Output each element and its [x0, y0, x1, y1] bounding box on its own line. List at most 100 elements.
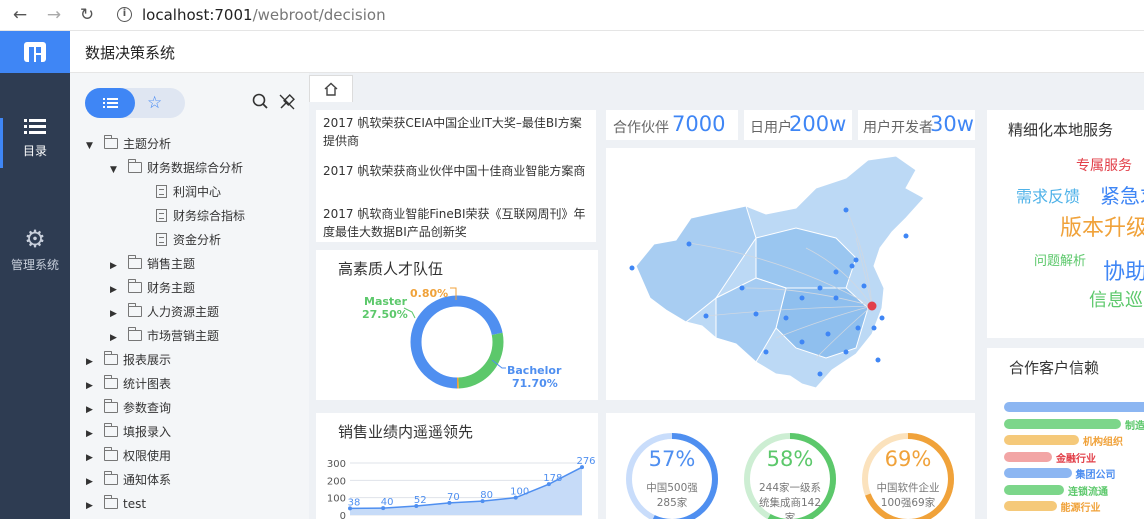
client-bar-label: 连锁流通 [1068, 486, 1108, 498]
tree-item-sales[interactable]: ▶ 销售主题 [110, 253, 195, 275]
slice-pct-master: 27.50% [362, 308, 408, 321]
tree-item-fund-analysis[interactable]: 资金分析 [152, 229, 221, 251]
browser-toolbar: ← → ↻ i localhost:7001/webroot/decision [0, 0, 1144, 31]
client-bar[interactable] [1004, 435, 1079, 445]
chevron-right-icon[interactable]: ▶ [86, 471, 100, 493]
gauge-caption: 中国500强 [646, 482, 698, 494]
tree-item-finance-overview[interactable]: ▼ 财务数据综合分析 [110, 157, 243, 179]
rail-label-catalog: 目录 [22, 144, 47, 158]
tree-item-label: 填报录入 [123, 425, 172, 439]
sales-data-label: 38 [348, 497, 361, 508]
client-bar[interactable] [1004, 468, 1072, 478]
gauge-percent: 58% [766, 447, 814, 471]
tree-item-label: 资金分析 [173, 233, 222, 247]
tree-item-finance-index[interactable]: 财务综合指标 [152, 205, 245, 227]
tree-item-entry[interactable]: ▶ 填报录入 [86, 421, 171, 443]
tree-item-charts[interactable]: ▶ 统计图表 [86, 373, 171, 395]
address-bar[interactable]: localhost:7001/webroot/decision [142, 4, 386, 26]
tree-item-label: 人力资源主题 [147, 305, 220, 319]
gear-icon: ⚙ [24, 225, 46, 253]
tree-item-query[interactable]: ▶ 参数查询 [86, 397, 171, 419]
client-bar[interactable] [1004, 484, 1064, 495]
chevron-down-icon[interactable]: ▼ [86, 135, 100, 157]
info-icon[interactable]: i [117, 7, 132, 22]
list-icon [103, 98, 118, 108]
tree-item-hr[interactable]: ▶ 人力资源主题 [110, 301, 219, 323]
sales-area-chart[interactable]: 300 200 100 038 40 52 70 80 100 178 276 [316, 413, 598, 519]
client-bar[interactable] [1004, 418, 1121, 429]
news-item[interactable]: 2017 帆软荣获商业伙伴中国十佳商业智能方案商 [323, 162, 593, 180]
client-bar-label: 金融行业 [1056, 453, 1096, 465]
app-title: 数据决策系统 [85, 44, 176, 62]
chevron-right-icon[interactable]: ▶ [86, 351, 100, 373]
client-bar[interactable] [1004, 402, 1144, 412]
news-item[interactable]: 2017 帆软荣获CEIA中国企业IT大奖–最佳BI方案提供商 [323, 114, 589, 150]
kpi-label: 合作伙伴 [613, 120, 669, 136]
catalog-panel: ☆ ▼ 主题分析 ▼ 财务数据综合分析 利润中心 财务综合指标 资金分析 ▶ 销售主题… [70, 73, 312, 519]
chevron-right-icon[interactable]: ▶ [110, 303, 124, 325]
sales-data-label: 178 [543, 473, 562, 484]
tree-item-label: 参数查询 [123, 401, 172, 415]
kpi-developers: 用户开发者 30w [858, 110, 975, 140]
chevron-right-icon[interactable]: ▶ [110, 327, 124, 349]
kpi-value: 7000 [672, 112, 726, 136]
folder-icon [128, 159, 142, 173]
tree-item-test[interactable]: ▶ test [86, 493, 146, 515]
chevron-right-icon[interactable]: ▶ [86, 495, 100, 517]
gauges-card: 57% 中国500强 285家 58% 244家一级系 统集成商142 家 69% 中国软件企业… [606, 413, 975, 519]
chevron-right-icon[interactable]: ▶ [86, 447, 100, 469]
cloud-word: 专属服务 [1076, 158, 1132, 174]
cloud-word: 需求反馈 [1016, 187, 1081, 206]
tab-catalog-list[interactable] [85, 88, 135, 118]
y-tick-label: 0 [340, 511, 346, 519]
folder-icon [104, 447, 118, 461]
home-icon [324, 82, 338, 96]
folder-icon [104, 351, 118, 365]
document-icon [156, 185, 167, 198]
slice-pct-other: 0.80% [410, 287, 449, 300]
chevron-right-icon[interactable]: ▶ [110, 279, 124, 301]
forward-icon[interactable]: → [44, 5, 64, 25]
tab-home[interactable] [309, 75, 353, 102]
client-bar-label: 制造行业 [1125, 420, 1144, 432]
client-bar[interactable] [1004, 451, 1052, 462]
tree-item-profit-center[interactable]: 利润中心 [152, 181, 221, 203]
chevron-down-icon[interactable]: ▼ [110, 159, 124, 181]
tree-item-finance[interactable]: ▶ 财务主题 [110, 277, 195, 299]
news-item[interactable]: 2017 帆软商业智能FineBI荣获《互联网周刊》年度最佳大数据BI产品创新奖 [323, 205, 593, 241]
sales-data-label: 52 [414, 495, 427, 506]
clients-title: 合作客户信赖 [1009, 359, 1100, 377]
tree-item-label: 市场营销主题 [147, 329, 220, 343]
tree-item-report[interactable]: ▶ 报表展示 [86, 349, 171, 371]
tree-item-theme-analysis[interactable]: ▼ 主题分析 [86, 133, 171, 155]
tree-item-marketing[interactable]: ▶ 市场营销主题 [110, 325, 219, 347]
folder-icon [104, 423, 118, 437]
rail-label-admin: 管理系统 [10, 258, 59, 272]
kpi-label: 日用户 [750, 120, 792, 136]
tree-item-notice[interactable]: ▶ 通知体系 [86, 469, 171, 491]
folder-icon [128, 279, 142, 293]
sales-data-label: 70 [447, 492, 460, 503]
folder-icon [104, 495, 118, 509]
folder-icon [104, 471, 118, 485]
reload-icon[interactable]: ↻ [77, 5, 97, 25]
gauge-percent: 69% [884, 447, 932, 471]
cloud-word: 版本升级 [1060, 216, 1144, 241]
rail-item-catalog[interactable]: 目录 [0, 118, 70, 159]
back-icon[interactable]: ← [10, 5, 30, 25]
chevron-right-icon[interactable]: ▶ [86, 375, 100, 397]
folder-icon [128, 255, 142, 269]
search-icon[interactable] [252, 93, 270, 115]
chevron-right-icon[interactable]: ▶ [86, 423, 100, 445]
news-card: 2017 帆软荣获CEIA中国企业IT大奖–最佳BI方案提供商 2017 帆软荣… [316, 110, 596, 242]
tab-favorites[interactable]: ☆ [147, 93, 162, 113]
rail-item-admin[interactable]: ⚙ 管理系统 [0, 225, 70, 273]
client-bar[interactable] [1004, 501, 1057, 511]
chevron-right-icon[interactable]: ▶ [110, 255, 124, 277]
china-map[interactable] [606, 148, 975, 400]
chevron-right-icon[interactable]: ▶ [86, 399, 100, 421]
unpin-icon[interactable] [278, 93, 296, 115]
tree-item-permission[interactable]: ▶ 权限使用 [86, 445, 171, 467]
document-icon [156, 209, 167, 222]
folder-icon [128, 327, 142, 341]
